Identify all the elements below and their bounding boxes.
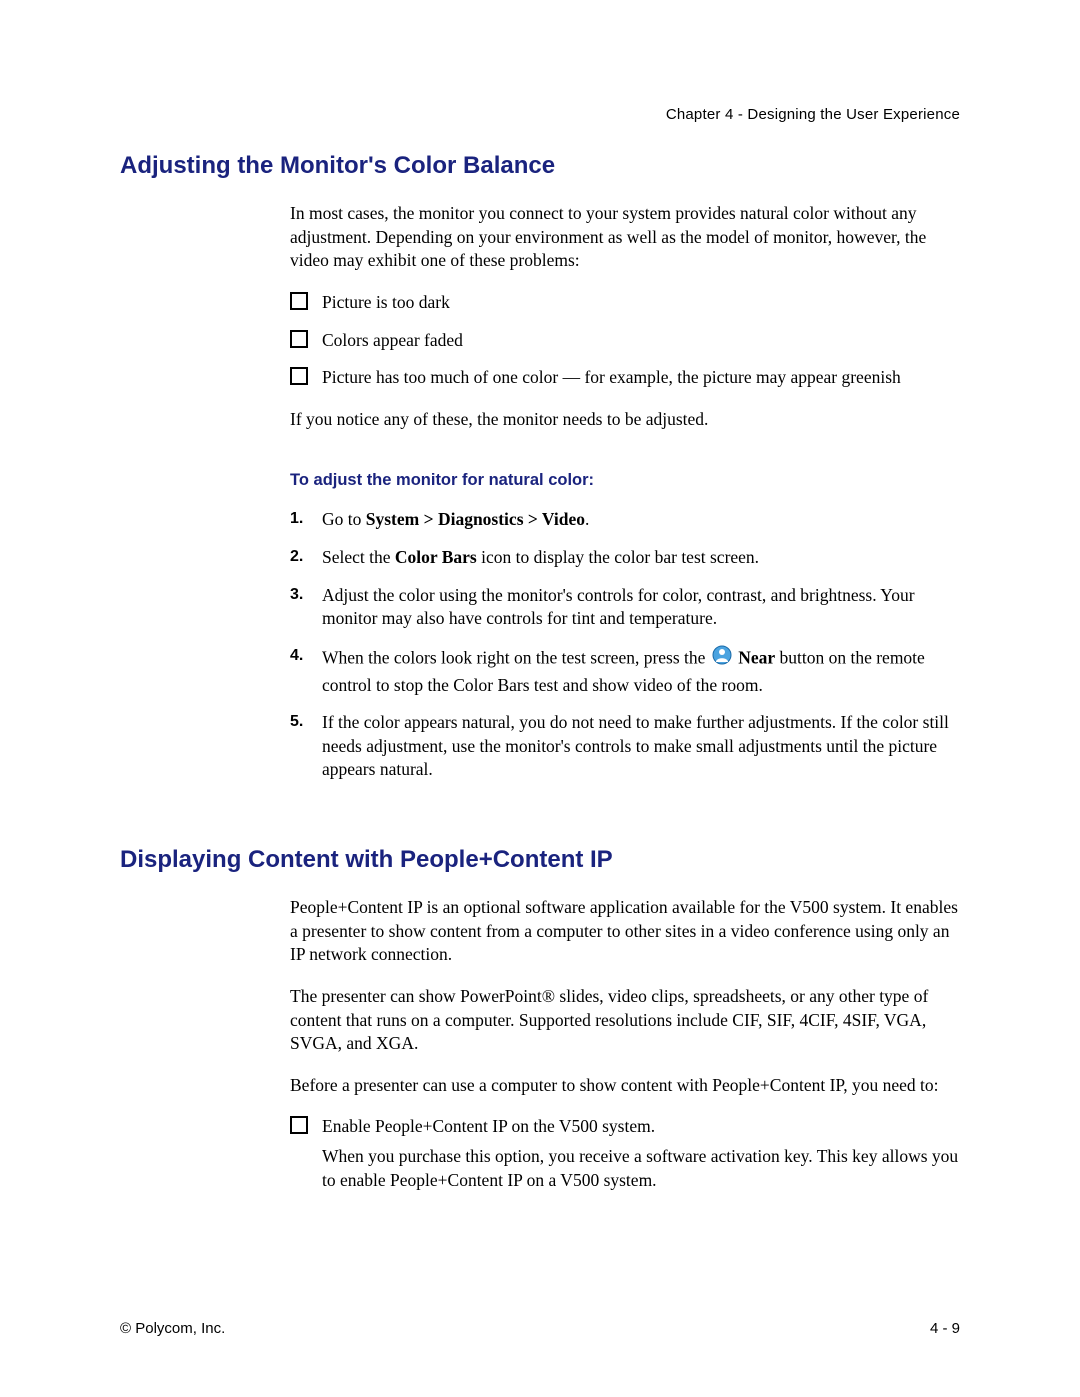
step-item: Go to System > Diagnostics > Video. — [290, 508, 960, 532]
intro-paragraph: In most cases, the monitor you connect t… — [290, 202, 960, 273]
step-text: Go to — [322, 509, 366, 529]
page-footer: © Polycom, Inc. 4 - 9 — [120, 1320, 960, 1337]
list-item: Colors appear faded — [290, 329, 960, 353]
footer-page-number: 4 - 9 — [930, 1320, 960, 1337]
step-text: When the colors look right on the test s… — [322, 647, 710, 667]
list-item-text: Picture is too dark — [322, 292, 450, 312]
list-item: Enable People+Content IP on the V500 sys… — [290, 1115, 960, 1192]
step-text: Select the — [322, 547, 395, 567]
step-text: icon to display the color bar test scree… — [477, 547, 759, 567]
paragraph: Before a presenter can use a computer to… — [290, 1074, 960, 1098]
after-problems-paragraph: If you notice any of these, the monitor … — [290, 408, 960, 432]
near-icon — [712, 645, 732, 672]
step-text: . — [585, 509, 589, 529]
step-bold: Near — [738, 647, 775, 667]
list-item-text: Enable People+Content IP on the V500 sys… — [322, 1116, 655, 1136]
section1-body: In most cases, the monitor you connect t… — [290, 202, 960, 782]
paragraph: People+Content IP is an optional softwar… — [290, 896, 960, 967]
page: Chapter 4 - Designing the User Experienc… — [0, 0, 1080, 1397]
checkbox-icon — [290, 330, 308, 348]
step-bold: System > Diagnostics > Video — [366, 509, 585, 529]
step-bold: Color Bars — [395, 547, 477, 567]
section2-body: People+Content IP is an optional softwar… — [290, 896, 960, 1192]
list-item: Picture has too much of one color — for … — [290, 366, 960, 390]
steps-list: Go to System > Diagnostics > Video. Sele… — [290, 508, 960, 782]
enable-list: Enable People+Content IP on the V500 sys… — [290, 1115, 960, 1192]
step-text: If the color appears natural, you do not… — [322, 712, 949, 779]
chapter-header: Chapter 4 - Designing the User Experienc… — [666, 106, 960, 123]
section-heading-people-content: Displaying Content with People+Content I… — [120, 846, 960, 874]
step-item: If the color appears natural, you do not… — [290, 711, 960, 782]
step-item: Select the Color Bars icon to display th… — [290, 546, 960, 570]
checkbox-icon — [290, 1116, 308, 1134]
section-heading-color-balance: Adjusting the Monitor's Color Balance — [120, 152, 960, 180]
list-item-text: Picture has too much of one color — for … — [322, 367, 901, 387]
paragraph: The presenter can show PowerPoint® slide… — [290, 985, 960, 1056]
list-item: Picture is too dark — [290, 291, 960, 315]
problem-list: Picture is too dark Colors appear faded … — [290, 291, 960, 390]
procedure-heading: To adjust the monitor for natural color: — [290, 471, 960, 490]
footer-copyright: © Polycom, Inc. — [120, 1320, 225, 1337]
checkbox-icon — [290, 292, 308, 310]
list-item-subtext: When you purchase this option, you recei… — [322, 1145, 960, 1192]
step-item: Adjust the color using the monitor's con… — [290, 584, 960, 631]
list-item-text: Colors appear faded — [322, 330, 463, 350]
step-item: When the colors look right on the test s… — [290, 645, 960, 697]
step-text: Adjust the color using the monitor's con… — [322, 585, 915, 629]
checkbox-icon — [290, 367, 308, 385]
